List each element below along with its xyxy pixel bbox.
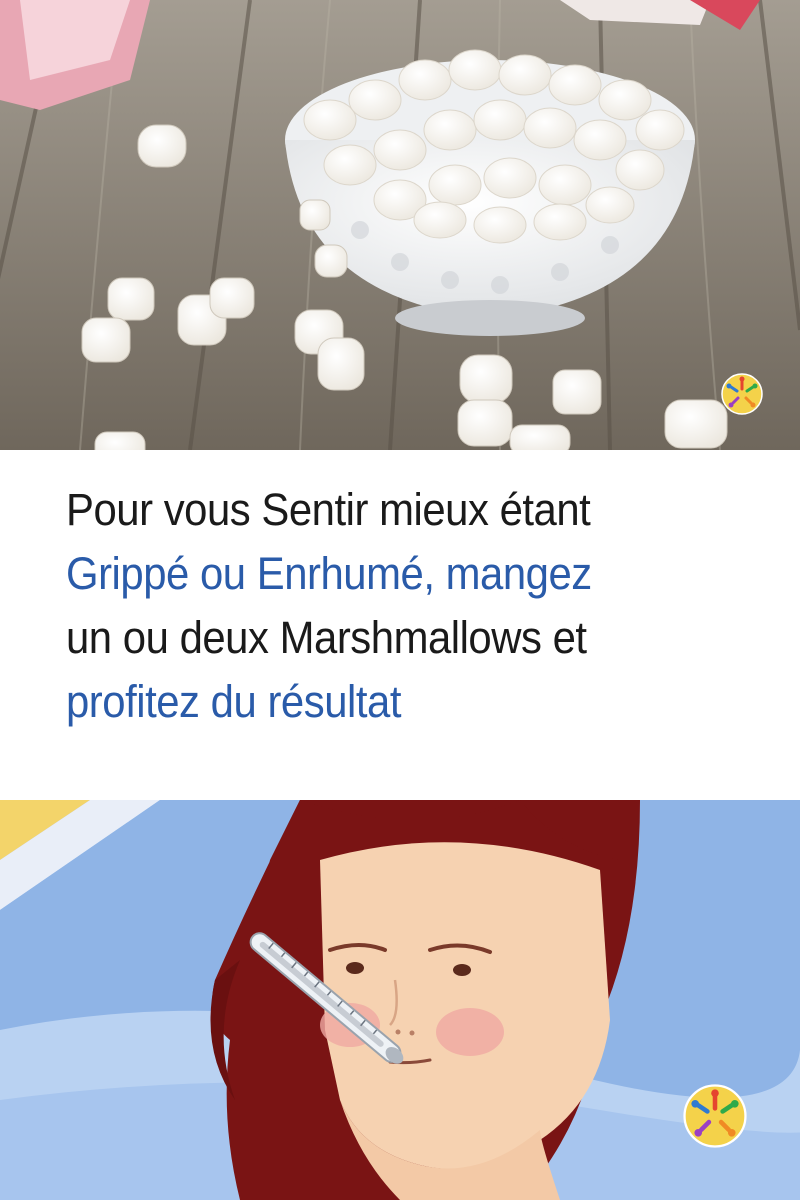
people-circle-logo-icon [683, 1084, 747, 1148]
sick-woman-art [0, 800, 800, 1200]
marshmallow-photo [0, 0, 800, 450]
headline-line-2: Grippé ou Enrhumé, mangez [66, 548, 592, 599]
marshmallow-photo-art [0, 0, 800, 450]
headline-line-4: profitez du résultat [66, 676, 401, 727]
headline: Pour vous Sentir mieux étant Grippé ou E… [66, 478, 736, 734]
sick-woman-illustration [0, 800, 800, 1200]
headline-line-3: un ou deux Marshmallows et [66, 612, 587, 663]
headline-line-1: Pour vous Sentir mieux étant [66, 484, 591, 535]
people-circle-logo-icon [721, 373, 763, 415]
